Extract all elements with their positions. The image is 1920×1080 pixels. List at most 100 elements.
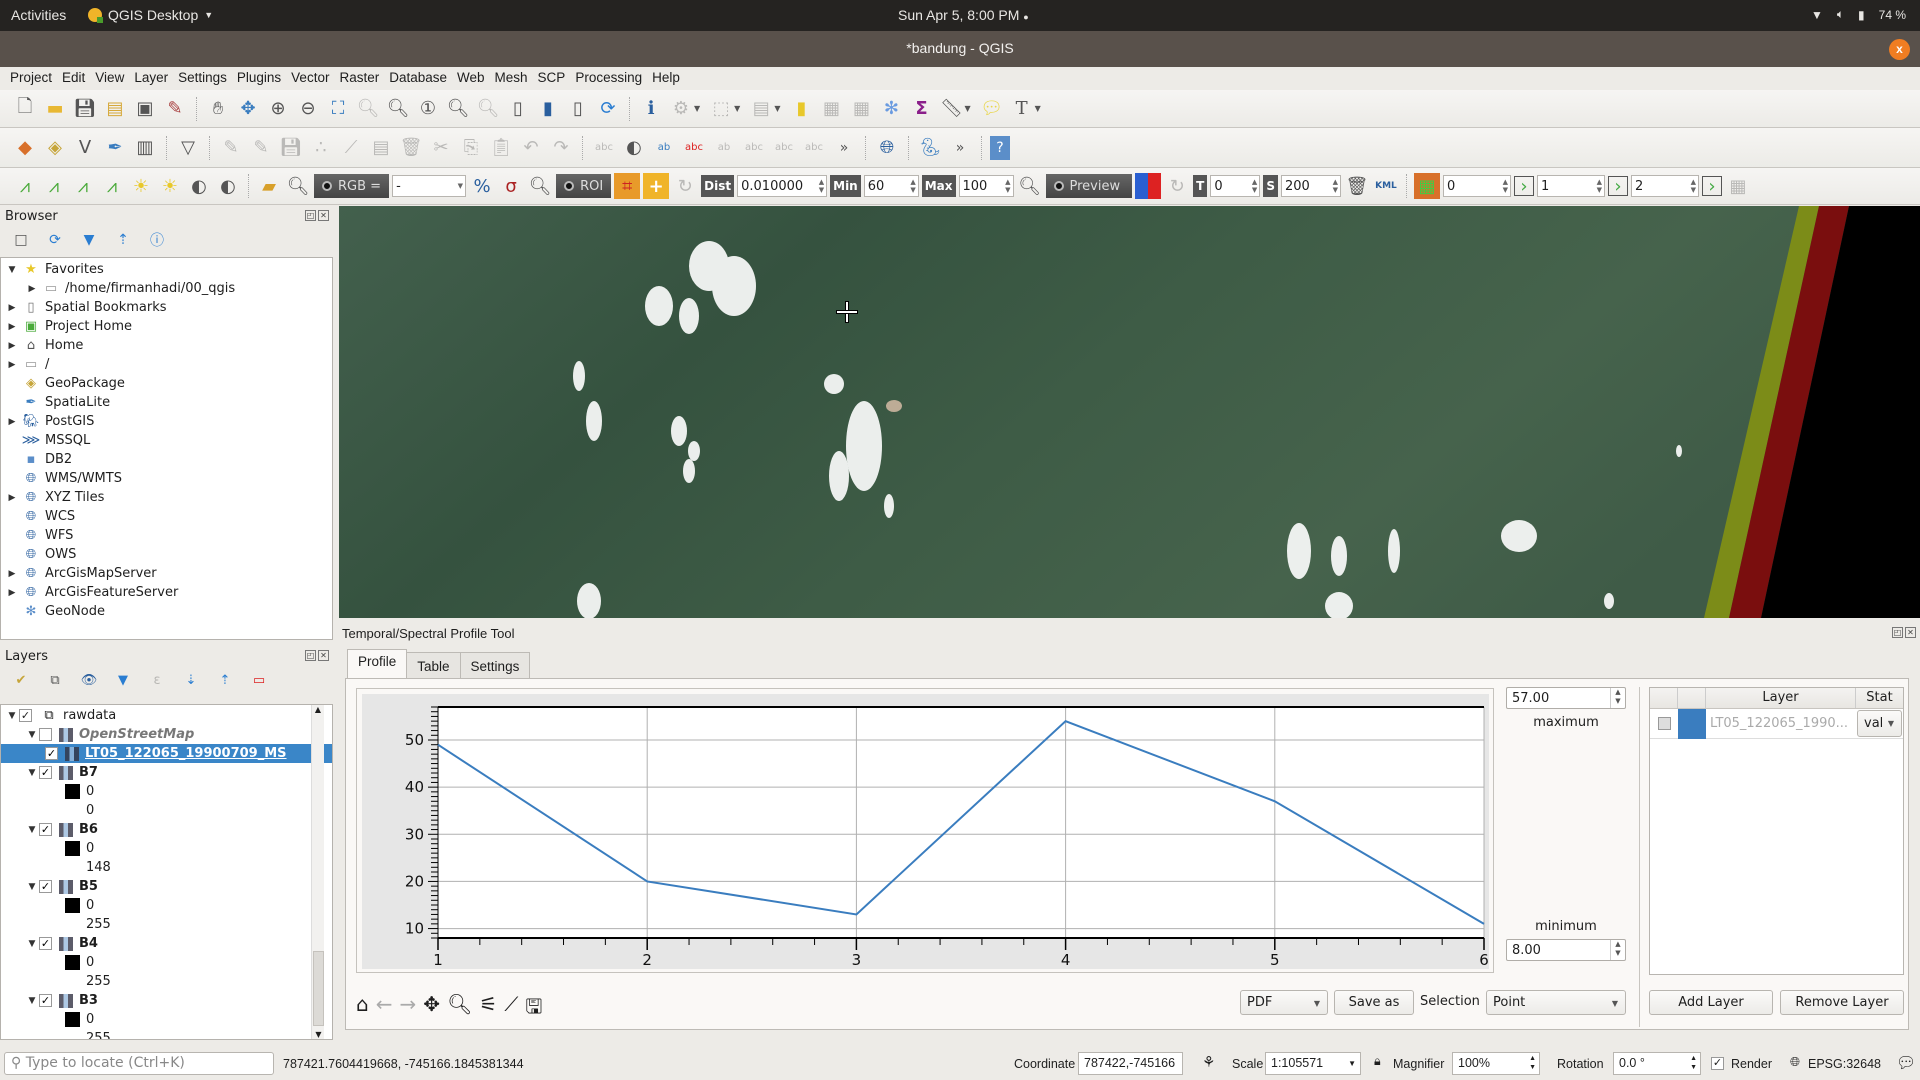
- expand-all-icon[interactable]: ⇣: [178, 667, 204, 693]
- collapse-arrow-icon[interactable]: ▶: [5, 588, 19, 598]
- roi-toggle[interactable]: ROI: [556, 174, 612, 198]
- menu-settings[interactable]: Settings: [174, 67, 233, 90]
- delete-selected-icon[interactable]: 🗑︎: [398, 135, 424, 161]
- layer-visibility-checkbox[interactable]: [39, 728, 52, 741]
- scp-main-icon[interactable]: ▰: [256, 173, 282, 199]
- data-source-manager-icon[interactable]: ◆: [12, 135, 38, 161]
- menu-layer[interactable]: Layer: [130, 67, 174, 90]
- histogram-stretch-extent-icon[interactable]: ⩘: [41, 173, 67, 199]
- label-abc-icon[interactable]: abc: [591, 135, 617, 161]
- menu-scp[interactable]: SCP: [534, 67, 572, 90]
- browser-item[interactable]: ▼ ★ Favorites: [1, 260, 332, 279]
- menu-plugins[interactable]: Plugins: [233, 67, 287, 90]
- vertex-tool-icon[interactable]: ⟋: [338, 135, 364, 161]
- next-band-set-icon[interactable]: ›: [1513, 176, 1534, 197]
- layer-row[interactable]: ▼ ✓ B7: [1, 763, 332, 782]
- filter-expression-icon[interactable]: ε: [144, 667, 170, 693]
- layer-table-row[interactable]: LT05_122065_1990... val ▼: [1650, 708, 1903, 739]
- save-as-button[interactable]: Save as: [1334, 990, 1414, 1015]
- create-roi-icon[interactable]: ⌗: [614, 173, 641, 199]
- collapse-all-icon[interactable]: ⇡: [110, 227, 136, 253]
- python-console-icon[interactable]: 🐍︎: [917, 135, 943, 161]
- magnifier-spinbox[interactable]: 100% ▲ ▼: [1452, 1052, 1540, 1075]
- browser-item[interactable]: ◈ GeoPackage: [1, 374, 332, 393]
- open-project-icon[interactable]: ▬: [42, 96, 68, 122]
- band-spinbox-3[interactable]: 2 ▲ ▼: [1630, 175, 1699, 197]
- quickmapservices-icon[interactable]: 🌐︎: [874, 135, 900, 161]
- spin-arrows-icon[interactable]: ▲ ▼: [1252, 178, 1257, 194]
- zoom-to-selection-icon[interactable]: 🔍︎: [355, 96, 381, 122]
- browser-tree[interactable]: ▼ ★ Favorites ▶ ▭ /home/firmanhadi/00_qgis ▶ ▯ S…: [0, 257, 333, 640]
- browser-item[interactable]: ▪ DB2: [1, 450, 332, 469]
- new-bookmark-icon[interactable]: ▮: [535, 96, 561, 122]
- filter-legend-icon[interactable]: ▼: [110, 667, 136, 693]
- chevron-down-icon[interactable]: ▼: [964, 104, 970, 113]
- brightness-up-icon[interactable]: ☀: [128, 173, 154, 199]
- header-stat[interactable]: Stat: [1856, 688, 1903, 708]
- browser-item[interactable]: ▶ ▭ /: [1, 355, 332, 374]
- maximum-spinbox[interactable]: 57.00 ▲ ▼: [1506, 687, 1626, 709]
- manage-themes-eye-icon[interactable]: 👁︎: [76, 667, 102, 693]
- expand-arrow-icon[interactable]: ▼: [25, 730, 39, 740]
- new-geopackage-layer-icon[interactable]: ◈: [42, 135, 68, 161]
- browser-item[interactable]: ▶ ▯ Spatial Bookmarks: [1, 298, 332, 317]
- zoom-last-icon[interactable]: 🔍︎: [445, 96, 471, 122]
- min-spinbox[interactable]: 60 ▲ ▼: [863, 175, 919, 197]
- more-tools-chevron-icon[interactable]: »: [947, 135, 973, 161]
- preview-toggle[interactable]: Preview: [1045, 174, 1133, 198]
- spin-arrows-icon[interactable]: ▲ ▼: [1610, 940, 1625, 960]
- minimum-spinbox[interactable]: 8.00 ▲ ▼: [1506, 939, 1626, 961]
- filter-icon[interactable]: ▼: [76, 227, 102, 253]
- layers-scrollbar[interactable]: ▲ ▼: [311, 705, 324, 1039]
- measure-ruler-icon[interactable]: 📏︎: [938, 96, 964, 122]
- new-map-view-icon[interactable]: ▯: [505, 96, 531, 122]
- app-menu[interactable]: QGIS Desktop ▼: [88, 7, 213, 23]
- browser-item[interactable]: ▶ ▣ Project Home: [1, 317, 332, 336]
- new-shapefile-layer-icon[interactable]: V: [72, 135, 98, 161]
- pin-labels-icon[interactable]: ab: [651, 135, 677, 161]
- band-set-icon[interactable]: ▦: [1413, 173, 1440, 199]
- redo-roi-icon[interactable]: ↻: [672, 173, 698, 199]
- show-hide-labels-icon[interactable]: abc: [741, 135, 767, 161]
- save-project-icon[interactable]: 💾︎: [72, 96, 98, 122]
- next-band-icon-3[interactable]: ›: [1701, 176, 1722, 197]
- scale-combobox[interactable]: 1:105571 ▼: [1265, 1052, 1361, 1075]
- browser-item[interactable]: 🌐︎ WCS: [1, 507, 332, 526]
- layer-row[interactable]: ▼ ✓ B3: [1, 991, 332, 1010]
- add-group-icon[interactable]: ⧉: [42, 667, 68, 693]
- collapse-arrow-icon[interactable]: ▶: [5, 569, 19, 579]
- back-arrow-icon[interactable]: ←: [376, 992, 393, 1026]
- layer-row[interactable]: ▼ ✓ B6: [1, 820, 332, 839]
- pan-hand-icon[interactable]: ✋︎: [205, 96, 231, 122]
- close-panel-icon[interactable]: ✕: [318, 650, 329, 661]
- scroll-up-arrow-icon[interactable]: ▲: [312, 705, 324, 714]
- collapse-arrow-icon[interactable]: ▶: [5, 322, 19, 332]
- layout-manager-icon[interactable]: ▣: [132, 96, 158, 122]
- configure-subplots-icon[interactable]: ⚟: [479, 992, 497, 1026]
- select-by-value-icon[interactable]: ▤: [748, 96, 774, 122]
- tab-profile[interactable]: Profile: [347, 649, 408, 680]
- attribute-table-icon[interactable]: ▦: [818, 96, 844, 122]
- render-checkbox[interactable]: ✓: [1711, 1055, 1729, 1070]
- crs-button[interactable]: EPSG:32648: [1808, 1057, 1881, 1071]
- close-window-button[interactable]: x: [1889, 39, 1910, 60]
- select-features-icon[interactable]: ⬚: [708, 96, 734, 122]
- expand-arrow-icon[interactable]: ▼: [25, 882, 39, 892]
- menu-web[interactable]: Web: [453, 67, 491, 90]
- browser-item[interactable]: 🌐︎ OWS: [1, 545, 332, 564]
- band-tool-icon[interactable]: ▦: [1725, 173, 1751, 199]
- field-calculator-icon[interactable]: ▦: [848, 96, 874, 122]
- spin-arrows-icon[interactable]: ▲ ▼: [1005, 178, 1010, 194]
- run-feature-action-icon[interactable]: ⚙: [668, 96, 694, 122]
- expand-arrow-icon[interactable]: ▼: [5, 265, 19, 275]
- export-format-combobox[interactable]: PDF ▼: [1240, 990, 1328, 1015]
- profile-chart[interactable]: 10 20 30 40 50 1 2 3 4 5 6: [362, 694, 1489, 969]
- collapse-all-icon[interactable]: ⇡: [212, 667, 238, 693]
- browser-item[interactable]: ▶ ▭ /home/firmanhadi/00_qgis: [1, 279, 332, 298]
- layer-row[interactable]: ▼ ✓ B4: [1, 934, 332, 953]
- remove-layer-icon[interactable]: ▭: [246, 667, 272, 693]
- close-panel-icon[interactable]: ✕: [318, 210, 329, 221]
- zoom-in-icon[interactable]: ⊕: [265, 96, 291, 122]
- zoom-out-icon[interactable]: ⊖: [295, 96, 321, 122]
- menu-edit[interactable]: Edit: [58, 67, 91, 90]
